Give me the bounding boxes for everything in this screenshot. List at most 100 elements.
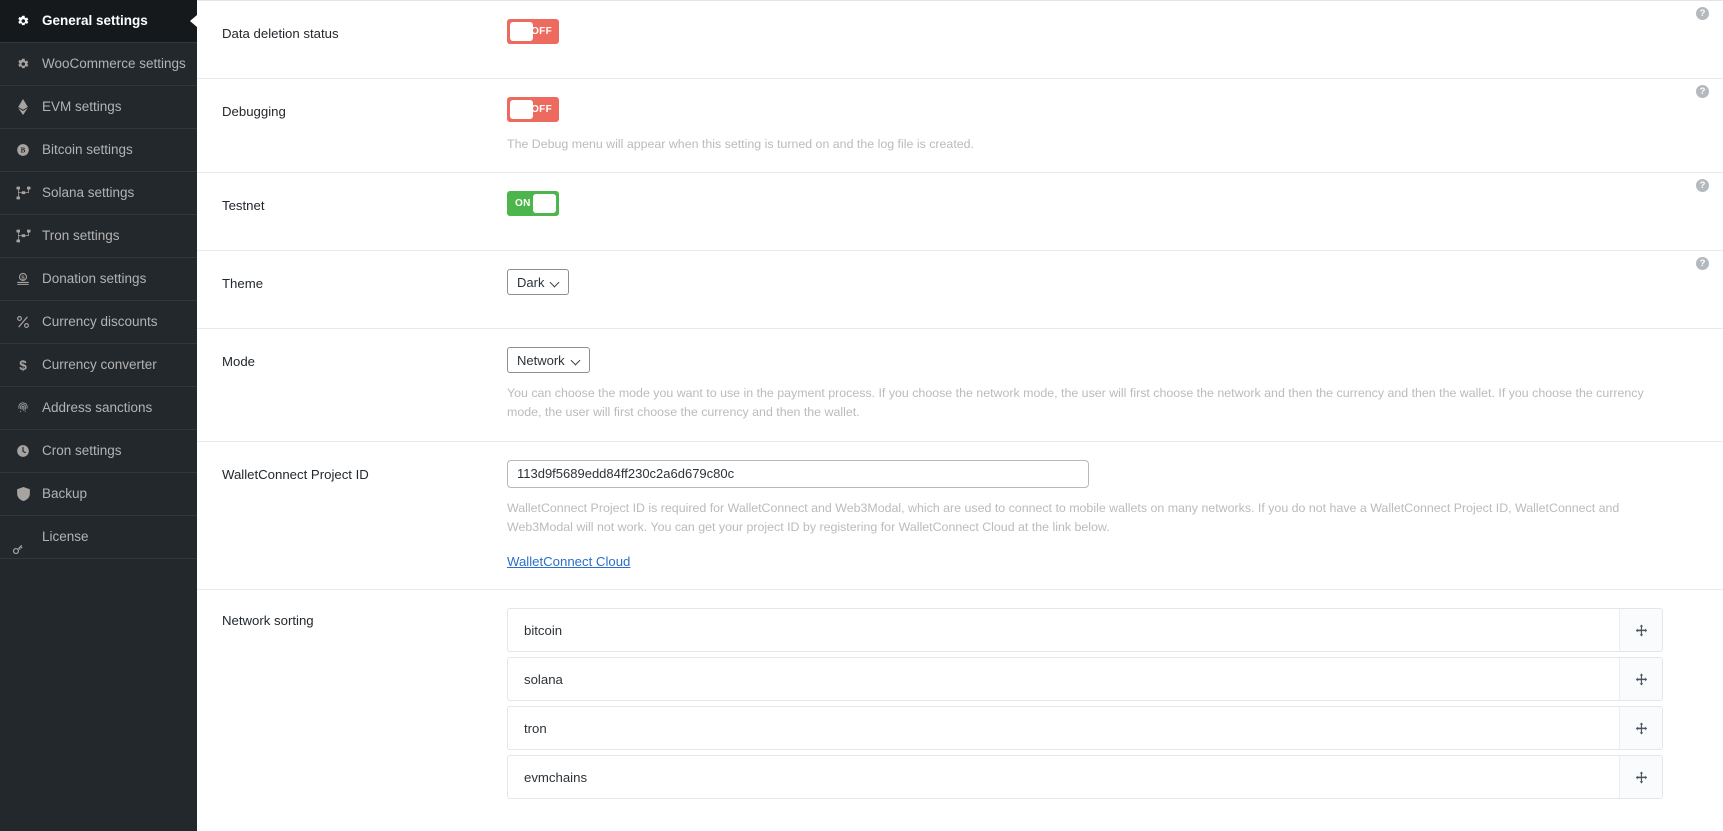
settings-main-panel: Data deletion status OFF ? Debugging OFF… <box>197 0 1723 831</box>
gear-icon <box>13 14 33 28</box>
walletconnect-description: WalletConnect Project ID is required for… <box>507 500 1620 534</box>
setting-label: Mode <box>222 354 255 370</box>
setting-row-testnet: Testnet ON ? <box>197 173 1723 252</box>
walletconnect-cloud-link[interactable]: WalletConnect Cloud <box>507 554 630 569</box>
setting-label: Debugging <box>222 104 286 119</box>
sidebar-item-label: Backup <box>42 486 88 502</box>
setting-label: Network sorting <box>222 613 314 629</box>
drag-handle-icon[interactable] <box>1619 658 1662 701</box>
walletconnect-project-id-input[interactable] <box>507 459 1089 488</box>
setting-label: Theme <box>222 276 264 292</box>
toggle-knob <box>510 22 533 41</box>
sidebar-item-bitcoin-settings[interactable]: B Bitcoin settings <box>0 129 197 172</box>
testnet-toggle[interactable]: ON <box>507 191 559 217</box>
setting-label: WalletConnect Project ID <box>222 466 369 482</box>
key-icon <box>12 530 33 555</box>
chevron-down-icon <box>551 279 560 285</box>
theme-select[interactable]: Dark <box>507 269 570 296</box>
sidebar-item-label: Tron settings <box>42 228 120 244</box>
sidebar-item-address-sanctions[interactable]: Address sanctions <box>0 387 197 430</box>
sidebar-item-donation-settings[interactable]: S Donation settings <box>0 258 197 301</box>
network-name: bitcoin <box>524 622 563 638</box>
sidebar-item-currency-converter[interactable]: $ Currency converter <box>0 344 197 387</box>
setting-control: OFF The Debug menu will appear when this… <box>507 97 1723 154</box>
sidebar-item-general-settings[interactable]: General settings <box>0 0 197 43</box>
network-icon <box>13 186 33 200</box>
sidebar-nav: General settings WooCommerce settings EV… <box>0 0 197 831</box>
drag-handle-icon[interactable] <box>1619 756 1662 799</box>
list-item[interactable]: evmchains <box>507 755 1663 800</box>
network-name: tron <box>524 720 547 736</box>
sidebar-item-label: Donation settings <box>42 271 147 287</box>
sidebar-item-label: Currency discounts <box>42 314 158 330</box>
setting-label: Testnet <box>222 198 265 214</box>
sidebar-item-label: Cron settings <box>42 443 122 459</box>
svg-text:B: B <box>21 147 26 155</box>
toggle-knob <box>510 100 533 119</box>
setting-control: OFF <box>507 19 1723 60</box>
sidebar-item-label: Solana settings <box>42 185 135 201</box>
data-deletion-status-toggle[interactable]: OFF <box>507 19 559 44</box>
active-indicator-caret <box>190 15 197 27</box>
list-item[interactable]: bitcoin <box>507 608 1663 653</box>
toggle-state-label: ON <box>515 198 531 210</box>
sidebar-item-backup[interactable]: Backup <box>0 473 197 516</box>
sidebar-item-cron-settings[interactable]: Cron settings <box>0 430 197 473</box>
settings-page: General settings WooCommerce settings EV… <box>0 0 1723 831</box>
setting-row-mode: Mode Network You can choose the mode you… <box>197 329 1723 442</box>
setting-row-network-sorting: Network sorting bitcoin solana tron evmc… <box>197 590 1723 804</box>
mode-select-value: Network <box>517 352 565 368</box>
svg-text:$: $ <box>19 358 27 373</box>
sidebar-item-license[interactable]: License <box>0 516 197 559</box>
svg-text:S: S <box>21 275 25 281</box>
help-icon[interactable]: ? <box>1696 7 1709 20</box>
theme-select-value: Dark <box>517 274 545 290</box>
toggle-state-label: OFF <box>531 26 552 37</box>
list-item[interactable]: solana <box>507 657 1663 702</box>
ethereum-icon <box>13 99 33 115</box>
sidebar-item-woocommerce-settings[interactable]: WooCommerce settings <box>0 43 197 86</box>
sidebar-item-label: EVM settings <box>42 99 122 115</box>
sidebar-item-evm-settings[interactable]: EVM settings <box>0 86 197 129</box>
help-icon[interactable]: ? <box>1696 85 1709 98</box>
setting-control: Network You can choose the mode you want… <box>507 347 1723 422</box>
network-name: solana <box>524 671 563 687</box>
bitcoin-icon: B <box>13 143 33 157</box>
sidebar-item-tron-settings[interactable]: Tron settings <box>0 215 197 258</box>
list-item[interactable]: tron <box>507 706 1663 751</box>
debugging-toggle[interactable]: OFF <box>507 97 559 122</box>
mode-select[interactable]: Network <box>507 347 590 374</box>
percent-icon <box>13 315 33 329</box>
sidebar-item-solana-settings[interactable]: Solana settings <box>0 172 197 215</box>
setting-control: bitcoin solana tron evmchains <box>507 608 1723 804</box>
gear-icon <box>13 57 33 71</box>
setting-row-data-deletion-status: Data deletion status OFF ? <box>197 1 1723 79</box>
network-sorting-list: bitcoin solana tron evmchains <box>507 608 1663 800</box>
shield-icon <box>13 487 33 501</box>
sidebar-item-label: Address sanctions <box>42 400 153 416</box>
toggle-knob <box>533 194 556 214</box>
setting-row-walletconnect-project-id: WalletConnect Project ID WalletConnect P… <box>197 442 1723 591</box>
network-icon <box>13 229 33 243</box>
setting-row-debugging: Debugging OFF The Debug menu will appear… <box>197 79 1723 174</box>
debugging-description: The Debug menu will appear when this set… <box>507 137 974 151</box>
setting-control: ON <box>507 191 1723 232</box>
setting-control: WalletConnect Project ID is required for… <box>507 459 1723 571</box>
drag-handle-icon[interactable] <box>1619 609 1662 652</box>
sidebar-item-label: License <box>42 529 89 545</box>
sidebar-item-label: General settings <box>42 13 148 29</box>
setting-control: Dark <box>507 269 1723 310</box>
setting-label: Data deletion status <box>222 26 339 41</box>
network-name: evmchains <box>524 769 588 785</box>
drag-handle-icon[interactable] <box>1619 707 1662 750</box>
sidebar-item-label: Bitcoin settings <box>42 142 133 158</box>
sidebar-item-label: Currency converter <box>42 357 157 373</box>
clock-icon <box>13 444 33 458</box>
dollar-icon: $ <box>13 357 33 373</box>
sidebar-item-label: WooCommerce settings <box>42 56 186 72</box>
toggle-state-label: OFF <box>531 104 552 115</box>
donation-icon: S <box>13 272 33 286</box>
sidebar-item-currency-discounts[interactable]: Currency discounts <box>0 301 197 344</box>
mode-description: You can choose the mode you want to use … <box>507 386 1644 420</box>
chevron-down-icon <box>572 357 581 363</box>
